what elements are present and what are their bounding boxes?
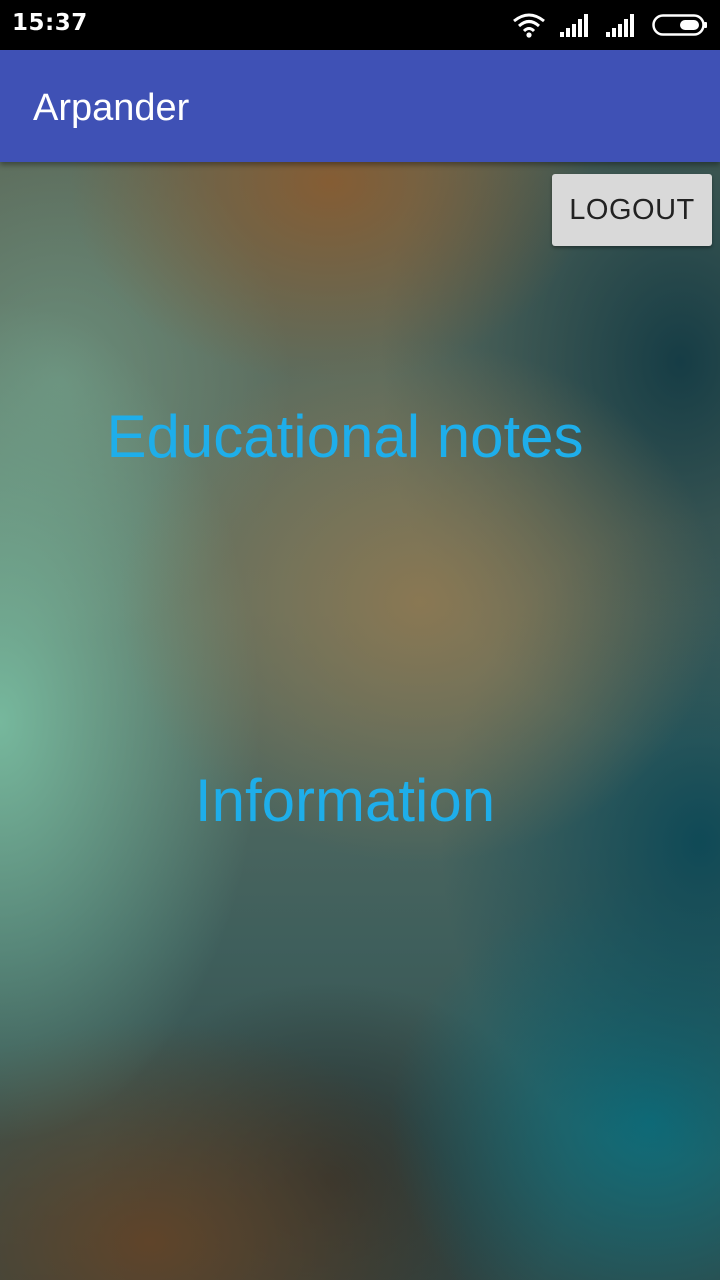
app-bar: Arpander [0,50,720,162]
logout-button[interactable]: LOGOUT [552,174,712,246]
status-icons [512,12,708,38]
signal-icon [560,13,592,37]
wifi-icon [512,12,546,38]
app-title: Arpander [33,87,190,129]
educational-notes-link[interactable]: Educational notes [0,402,690,472]
main-content: LOGOUT Educational notes Information [0,162,720,1280]
information-link[interactable]: Information [0,766,690,836]
app-screen: 15:37 Arpander LOGOUT Educational notes … [0,0,720,1280]
battery-icon [652,13,708,37]
status-bar: 15:37 [0,0,720,50]
status-time: 15:37 [12,10,88,36]
signal-icon [606,13,638,37]
